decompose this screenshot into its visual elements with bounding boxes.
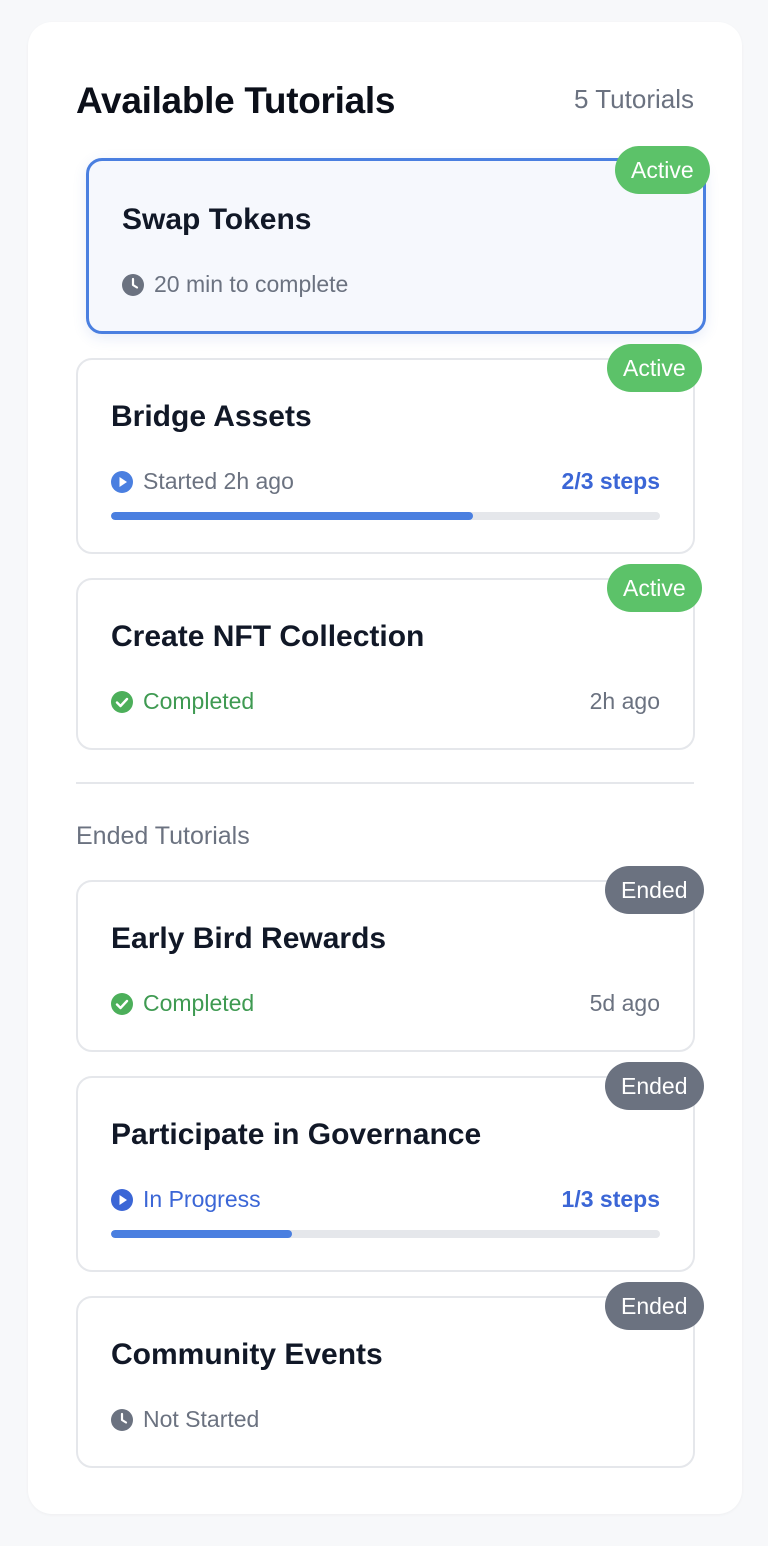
card-title: Create NFT Collection (111, 620, 425, 653)
play-icon (111, 470, 133, 493)
card-status: Completed (110, 688, 254, 715)
card-status: Completed (110, 990, 254, 1017)
time-ago: 5d ago (589, 990, 660, 1016)
tutorial-card-early-bird-rewards[interactable]: Early Bird Rewards Completed 5d ago (76, 880, 695, 1052)
status-badge: Ended (605, 866, 704, 914)
progress-fill (111, 1230, 293, 1238)
card-status: 20 min to complete (121, 271, 348, 298)
status-badge: Ended (605, 1282, 704, 1330)
status-label: Completed (143, 990, 255, 1016)
ended-section-label: Ended Tutorials (76, 822, 250, 850)
status-label: In Progress (143, 1186, 261, 1212)
clock-icon (122, 273, 144, 296)
page-title: Available Tutorials (76, 80, 396, 121)
tutorial-card-bridge-assets[interactable]: Bridge Assets Started 2h ago 2/3 steps (76, 358, 695, 554)
tutorial-card-create-nft-collection[interactable]: Create NFT Collection Completed 2h ago (76, 578, 695, 750)
status-badge: Active (607, 564, 702, 612)
status-badge: Active (615, 146, 710, 194)
card-title: Swap Tokens (122, 203, 312, 236)
steps-count: 2/3 steps (561, 468, 660, 494)
tutorial-card-community-events[interactable]: Community Events Not Started (76, 1296, 695, 1468)
status-badge: Ended (605, 1062, 704, 1110)
card-status: In Progress (110, 1186, 261, 1213)
section-divider (76, 782, 694, 784)
card-title: Early Bird Rewards (111, 922, 387, 955)
card-status: Started 2h ago (110, 468, 294, 495)
card-title: Bridge Assets (111, 400, 312, 433)
status-label: Not Started (143, 1406, 260, 1432)
status-badge: Active (607, 344, 702, 392)
progress-bar (111, 1230, 660, 1238)
progress-fill (111, 512, 474, 520)
progress-bar (111, 512, 660, 520)
card-status: Not Started (110, 1406, 259, 1433)
time-ago: 2h ago (589, 688, 660, 714)
check-circle-icon (111, 992, 133, 1015)
status-label: Completed (143, 688, 255, 714)
status-label: Started 2h ago (143, 468, 294, 494)
tutorials-panel: Available Tutorials 5 Tutorials Swap Tok… (28, 22, 742, 1514)
status-label: 20 min to complete (154, 271, 349, 297)
steps-count: 1/3 steps (561, 1186, 660, 1212)
card-title: Community Events (111, 1338, 383, 1371)
tutorial-card-participate-in-governance[interactable]: Participate in Governance In Progress 1/… (76, 1076, 695, 1272)
play-icon (111, 1188, 133, 1211)
check-circle-icon (111, 690, 133, 713)
card-title: Participate in Governance (111, 1118, 482, 1151)
clock-icon (111, 1408, 133, 1431)
tutorial-card-swap-tokens[interactable]: Swap Tokens 20 min to complete (86, 158, 706, 334)
tutorial-count: 5 Tutorials (574, 84, 694, 114)
